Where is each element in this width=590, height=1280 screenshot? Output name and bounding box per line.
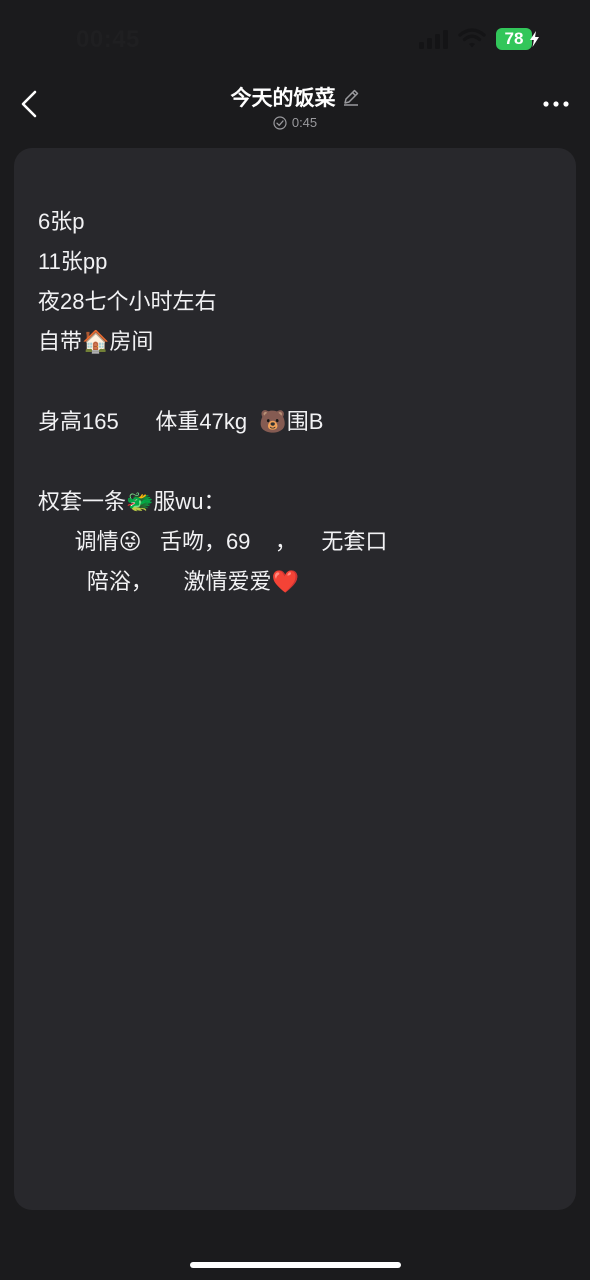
note-line: 权套一条🐲服wu： <box>38 489 226 514</box>
note-line <box>38 362 558 402</box>
note-title[interactable]: 今天的饭菜 <box>231 82 336 112</box>
note-line: 11张pp <box>38 249 108 274</box>
note-card[interactable]: 6张p 11张pp 夜28七个小时左右 自带🏠房间 身高165 体重47kg 🐻… <box>14 148 576 1210</box>
more-dots-icon[interactable] <box>538 92 574 116</box>
note-body[interactable]: 6张p 11张pp 夜28七个小时左右 自带🏠房间 身高165 体重47kg 🐻… <box>38 202 558 602</box>
saved-check-icon <box>273 115 287 130</box>
title-row: 今天的饭菜 <box>231 82 360 112</box>
note-line: 6张p <box>38 209 85 234</box>
nav-bar: 今天的饭菜 0:45 <box>0 78 590 134</box>
note-line: 夜28七个小时左右 <box>38 289 217 314</box>
signal-icon <box>419 30 448 49</box>
battery-icon: 78 <box>496 28 540 50</box>
saved-time: 0:45 <box>291 115 318 130</box>
charging-bolt-icon <box>530 31 539 47</box>
nav-title-block: 今天的饭菜 0:45 <box>0 82 590 135</box>
home-indicator[interactable] <box>190 1262 401 1268</box>
saved-status: 0:45 <box>273 115 317 130</box>
note-line: 自带🏠房间 <box>38 329 154 354</box>
note-line: 身高165 体重47kg 🐻围B <box>38 409 324 434</box>
status-time: 00:45 <box>76 26 140 53</box>
note-line: 调情😜 舌吻，69 ， 无套口 <box>38 529 388 554</box>
wifi-icon <box>458 28 486 48</box>
edit-pencil-icon[interactable] <box>342 88 360 106</box>
note-line: 陪浴， 激情爱爱❤️ <box>38 569 299 594</box>
note-line <box>38 442 558 482</box>
battery-level: 78 <box>504 29 524 48</box>
status-bar: 00:45 78 <box>0 0 590 78</box>
